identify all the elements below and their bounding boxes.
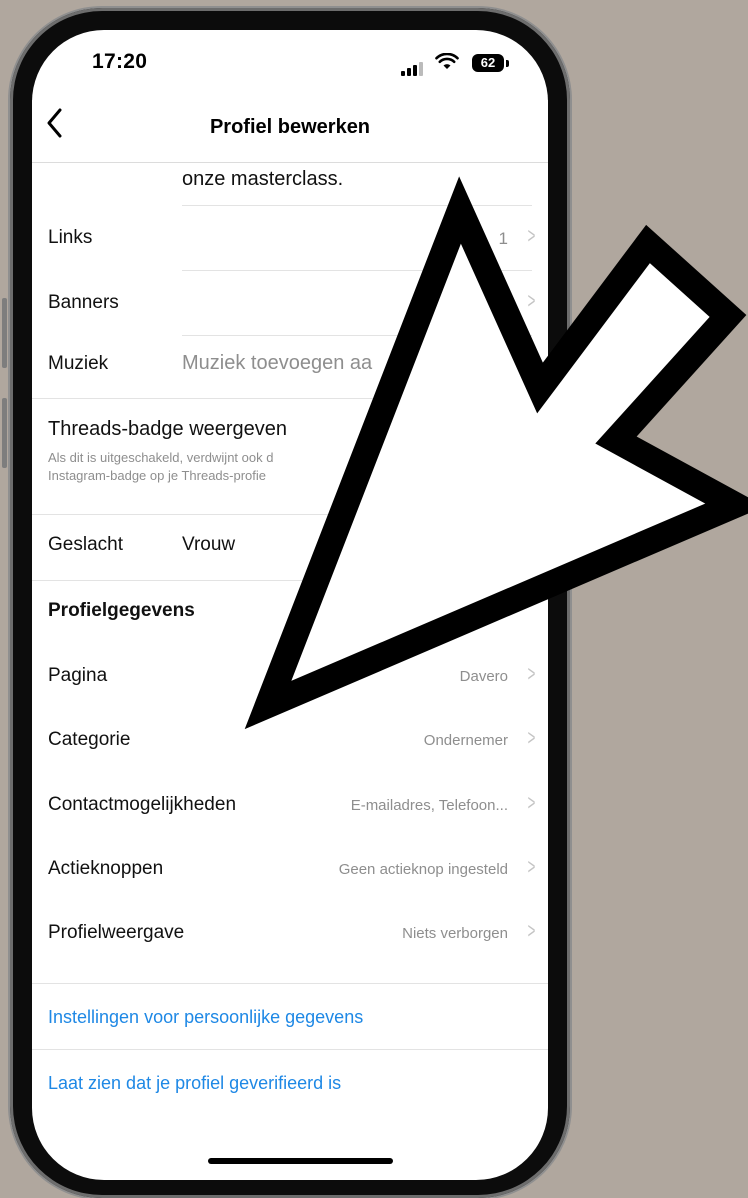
side-button [2, 398, 7, 468]
row-profielweergave-value: Niets verborgen [402, 925, 508, 942]
page-title: Profiel bewerken [209, 116, 371, 138]
row-geslacht[interactable]: Geslacht Vrouw [32, 514, 548, 579]
row-banners[interactable]: Banners > [32, 270, 548, 334]
section-heading: Profielgegevens [48, 600, 195, 621]
row-categorie-value: Ondernemer [423, 732, 508, 749]
chevron-right-icon: > [527, 288, 536, 313]
verify-profile-link[interactable]: Laat zien dat je profiel geverifieerd is [48, 1073, 341, 1094]
chevron-right-icon: > [527, 918, 536, 943]
wifi-icon [435, 53, 459, 69]
row-contact-label: Contactmogelijkheden [48, 794, 237, 815]
status-bar: 17:20 62 [32, 30, 548, 100]
row-categorie-label: Categorie [48, 729, 131, 750]
status-time: 17:20 [92, 50, 148, 73]
nav-bar: Profiel bewerken [32, 100, 548, 163]
screen: 17:20 62 Profiel bewerken onze mastercla… [32, 30, 548, 1180]
row-pagina-label: Pagina [48, 665, 108, 686]
row-actieknoppen[interactable]: Actieknoppen Geen actieknop ingesteld > [32, 838, 548, 902]
row-links-value: 1 [498, 229, 508, 248]
home-indicator [208, 1158, 393, 1164]
row-links[interactable]: Links 1 > [32, 205, 548, 269]
divider [32, 1049, 548, 1050]
row-links-label: Links [48, 227, 93, 248]
side-button [2, 298, 7, 368]
row-muziek-value: Muziek toevoegen aa [182, 352, 373, 374]
battery-icon: 62 [472, 54, 504, 72]
chevron-right-icon: > [527, 223, 536, 248]
row-contactmogelijkheden[interactable]: Contactmogelijkheden E-mailadres, Telefo… [32, 774, 548, 838]
chevron-right-icon: > [527, 854, 536, 879]
row-actieknoppen-value: Geen actieknop ingesteld [338, 861, 508, 878]
threads-badge-desc-1: Als dit is uitgeschakeld, verdwijnt ook … [48, 450, 274, 465]
row-profielweergave[interactable]: Profielweergave Niets verborgen > [32, 902, 548, 966]
row-contact-value: E-mailadres, Telefoon... [350, 797, 508, 814]
row-geslacht-label: Geslacht [48, 534, 123, 555]
bio-fragment[interactable]: onze masterclass. [182, 165, 343, 193]
row-actieknoppen-label: Actieknoppen [48, 858, 164, 879]
chevron-right-icon: > [527, 725, 536, 750]
row-categorie[interactable]: Categorie Ondernemer > [32, 709, 548, 773]
chevron-right-icon: > [527, 790, 536, 815]
divider [32, 983, 548, 984]
row-threads-badge[interactable]: Threads-badge weergeven Als dit is uitge… [32, 398, 548, 513]
threads-badge-desc-2: Instagram-badge op je Threads-profie [48, 468, 266, 483]
row-pagina-value: Davero [459, 668, 508, 685]
battery-tip [506, 60, 509, 67]
signal-icon [401, 62, 423, 76]
section-profielgegevens: Profielgegevens [32, 580, 548, 640]
row-banners-label: Banners [48, 292, 119, 313]
row-muziek[interactable]: Muziek Muziek toevoegen aa [32, 335, 548, 395]
row-geslacht-value: Vrouw [182, 534, 236, 555]
row-muziek-label: Muziek [48, 353, 109, 374]
row-pagina[interactable]: Pagina Davero > [32, 645, 548, 709]
chevron-right-icon: > [527, 661, 536, 686]
phone-frame: 17:20 62 Profiel bewerken onze mastercla… [2, 8, 570, 1198]
threads-badge-title: Threads-badge weergeven [48, 418, 288, 440]
personal-settings-link[interactable]: Instellingen voor persoonlijke gegevens [48, 1007, 363, 1028]
row-profielweergave-label: Profielweergave [48, 922, 185, 943]
